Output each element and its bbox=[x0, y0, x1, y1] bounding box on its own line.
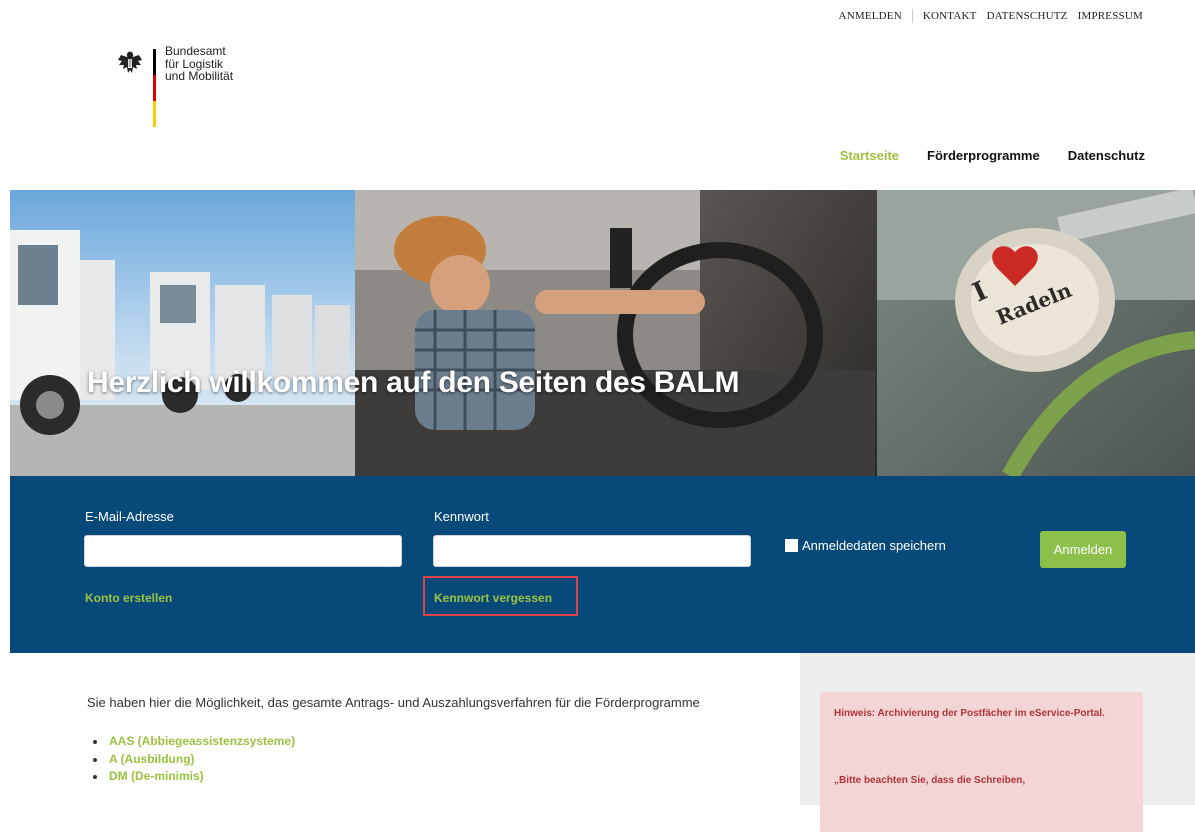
util-link-privacy[interactable]: DATENSCHUTZ bbox=[987, 10, 1068, 22]
program-item-aas[interactable]: AAS (Abbiegeassistenzsysteme) bbox=[107, 733, 295, 751]
utility-nav: ANMELDEN KONTAKT DATENSCHUTZ IMPRESSUM bbox=[839, 9, 1143, 23]
util-link-contact[interactable]: KONTAKT bbox=[923, 10, 977, 22]
program-item-a[interactable]: A (Ausbildung) bbox=[107, 751, 295, 769]
program-item-dm[interactable]: DM (De-minimis) bbox=[107, 768, 295, 786]
email-input[interactable] bbox=[84, 535, 402, 567]
driver-image bbox=[355, 190, 877, 476]
nav-item-startseite[interactable]: Startseite bbox=[840, 148, 899, 163]
login-form: E-Mail-Adresse Kennwort Anmeldedaten spe… bbox=[10, 476, 1195, 653]
checkbox-icon[interactable] bbox=[785, 539, 798, 552]
divider bbox=[911, 9, 913, 23]
notice-text: „Bitte beachten Sie, dass die Schreiben, bbox=[834, 775, 1026, 786]
remember-label: Anmeldedaten speichern bbox=[802, 538, 946, 553]
agency-logo[interactable]: Bundesamt für Logistik und Mobilität bbox=[117, 45, 277, 129]
sidebar: Hinweis: Archivierung der Postfächer im … bbox=[800, 653, 1195, 832]
forgot-password-link[interactable]: Kennwort vergessen bbox=[434, 591, 552, 605]
remember-checkbox[interactable]: Anmeldedaten speichern bbox=[785, 538, 946, 553]
trucks-image bbox=[10, 190, 355, 476]
login-button[interactable]: Anmelden bbox=[1040, 531, 1126, 568]
nav-item-foerderprogramme[interactable]: Förderprogramme bbox=[927, 148, 1040, 163]
nav-item-datenschutz[interactable]: Datenschutz bbox=[1068, 148, 1145, 163]
flag-stripe bbox=[153, 49, 156, 127]
util-link-imprint[interactable]: IMPRESSUM bbox=[1078, 10, 1143, 22]
notice-title: Hinweis: Archivierung der Postfächer im … bbox=[834, 708, 1105, 719]
util-link-login[interactable]: ANMELDEN bbox=[839, 10, 902, 22]
create-account-link[interactable]: Konto erstellen bbox=[85, 591, 172, 605]
intro-text: Sie haben hier die Möglichkeit, das gesa… bbox=[87, 695, 700, 710]
bike-bell-image: I Radeln bbox=[877, 190, 1195, 476]
program-list: AAS (Abbiegeassistenzsysteme) A (Ausbild… bbox=[92, 733, 295, 786]
password-label: Kennwort bbox=[434, 509, 489, 524]
agency-name: Bundesamt für Logistik und Mobilität bbox=[165, 44, 234, 83]
hero-image: I Radeln bbox=[10, 190, 1195, 476]
federal-eagle-icon bbox=[118, 51, 142, 73]
main-nav: Startseite Förderprogramme Datenschutz bbox=[840, 148, 1145, 163]
email-label: E-Mail-Adresse bbox=[85, 509, 174, 524]
password-input[interactable] bbox=[433, 535, 751, 567]
hero-banner: I Radeln Herzlich willkommen auf den Sei… bbox=[10, 190, 1195, 476]
archive-notice: Hinweis: Archivierung der Postfächer im … bbox=[820, 692, 1143, 832]
hero-title: Herzlich willkommen auf den Seiten des B… bbox=[87, 366, 740, 399]
